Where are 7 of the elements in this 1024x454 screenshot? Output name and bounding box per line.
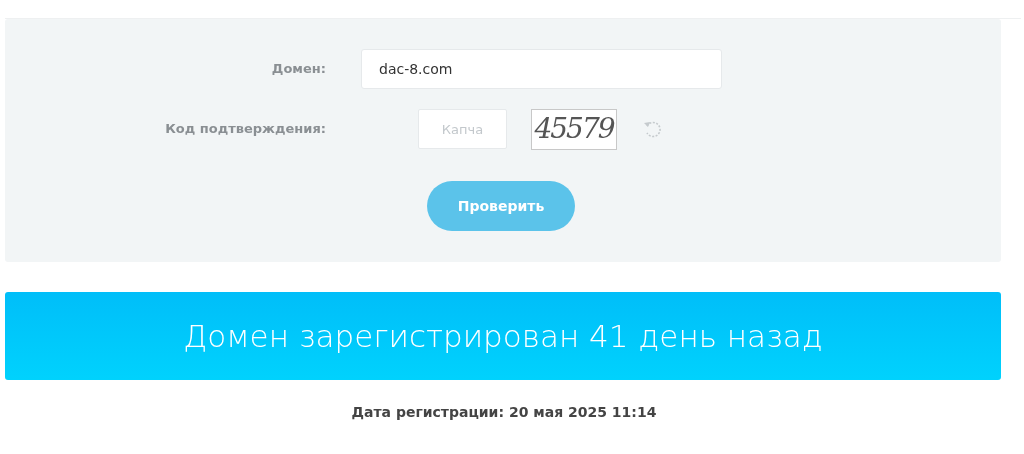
captcha-image: 45579 (531, 108, 617, 150)
domain-label: Домен: (270, 60, 326, 79)
captcha-field[interactable]: Капча (418, 109, 507, 149)
registration-date: Дата регистрации: 20 мая 2025 11:14 (351, 403, 657, 422)
code-label: Код подтверждения: (164, 120, 326, 139)
domain-field[interactable]: dac-8.com (361, 49, 722, 89)
result-banner: Домен зарегистрирован 41 день назад (5, 292, 1001, 380)
